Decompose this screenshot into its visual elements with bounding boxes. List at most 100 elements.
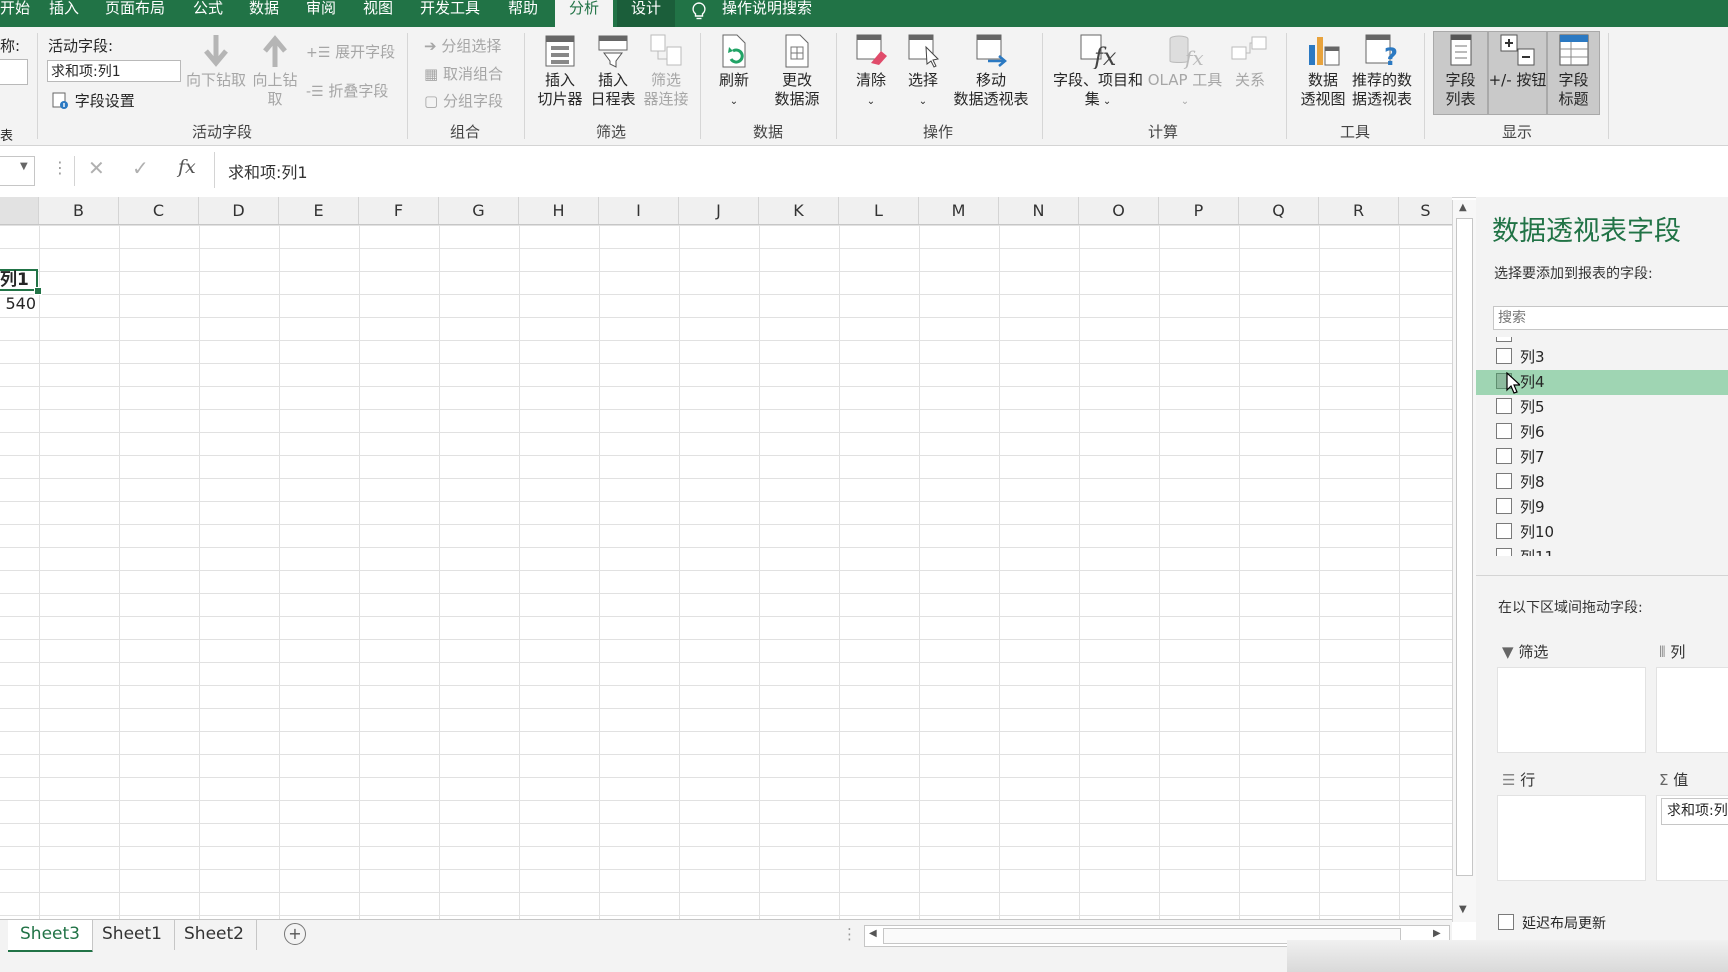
column-header[interactable]: R <box>1319 197 1399 224</box>
column-header-a[interactable] <box>0 197 39 224</box>
field-item[interactable]: 列11 <box>1496 545 1554 556</box>
defer-update-checkbox[interactable] <box>1498 914 1514 930</box>
checkbox[interactable] <box>1496 398 1512 414</box>
group-field-button[interactable]: ▢ 分组字段 <box>424 90 503 111</box>
rows-drop-area[interactable] <box>1497 795 1646 881</box>
recommended-pivot-button[interactable]: ? 推荐的数 据透视表 <box>1350 33 1414 109</box>
field-item[interactable]: 列10 <box>1496 520 1554 544</box>
scroll-right-icon[interactable]: ▶ <box>1433 928 1441 939</box>
tab-help[interactable]: 帮助 <box>508 0 538 27</box>
column-header[interactable]: C <box>119 197 199 224</box>
column-header[interactable]: F <box>359 197 439 224</box>
insert-slicer-button[interactable]: 插入 切片器 <box>534 33 586 109</box>
tab-analyze[interactable]: 分析 <box>555 0 614 27</box>
olap-tools-button[interactable]: fx OLAP 工具 ⌄ <box>1146 33 1224 111</box>
checkbox[interactable] <box>1496 523 1512 539</box>
sheet-tab-sheet3[interactable]: Sheet3 <box>8 920 93 953</box>
column-header[interactable]: J <box>679 197 759 224</box>
checkbox[interactable] <box>1496 548 1512 556</box>
column-header[interactable]: Q <box>1239 197 1319 224</box>
tab-data[interactable]: 数据 <box>249 0 279 27</box>
name-box[interactable]: ▼ <box>0 156 35 186</box>
change-data-source-button[interactable]: 更改 数据源 <box>762 33 832 109</box>
clear-button[interactable]: 清除 ⌄ <box>848 33 894 111</box>
insert-function-icon[interactable]: fx <box>178 156 196 178</box>
checkbox[interactable] <box>1496 498 1512 514</box>
checkbox[interactable] <box>1496 448 1512 464</box>
field-headers-button[interactable]: 字段 标题 <box>1547 33 1600 109</box>
field-item[interactable]: 列3 <box>1496 345 1545 369</box>
pivot-chart-button[interactable]: 数据 透视图 <box>1296 33 1350 109</box>
checkbox[interactable] <box>1496 473 1512 489</box>
group-selection-button[interactable]: ➔ 分组选择 <box>424 35 501 56</box>
worksheet-grid[interactable]: 列1 540 <box>0 225 1452 919</box>
expand-field-button[interactable]: +☰ 展开字段 <box>306 41 395 62</box>
pivot-value-cell[interactable]: 540 <box>0 293 36 315</box>
checkbox[interactable] <box>1496 423 1512 439</box>
field-item[interactable]: 列7 <box>1496 445 1545 469</box>
collapse-field-button[interactable]: -☰ 折叠字段 <box>306 80 388 101</box>
refresh-button[interactable]: 刷新 ⌄ <box>712 33 756 111</box>
column-header[interactable]: D <box>199 197 279 224</box>
tab-design[interactable]: 设计 <box>617 0 676 27</box>
values-drop-area[interactable]: 求和项:列 <box>1656 795 1728 881</box>
tab-view[interactable]: 视图 <box>363 0 393 27</box>
tab-review[interactable]: 审阅 <box>306 0 336 27</box>
column-header[interactable]: B <box>39 197 119 224</box>
column-header[interactable]: S <box>1399 197 1452 224</box>
scroll-left-icon[interactable]: ◀ <box>869 928 877 939</box>
drill-up-button[interactable]: 向上钻 取 <box>250 33 300 109</box>
column-header[interactable]: E <box>279 197 359 224</box>
scroll-thumb[interactable] <box>1456 218 1473 876</box>
ungroup-button[interactable]: ▦ 取消组合 <box>424 63 503 84</box>
add-sheet-icon[interactable]: + <box>284 923 306 945</box>
insert-timeline-button[interactable]: 插入 日程表 <box>587 33 639 109</box>
fields-items-sets-button[interactable]: fx 字段、项目和 集 ⌄ <box>1052 33 1144 111</box>
scroll-up-icon[interactable]: ▲ <box>1459 202 1467 213</box>
pivot-name-input[interactable] <box>0 59 28 85</box>
column-header[interactable]: L <box>839 197 919 224</box>
field-item[interactable]: 列6 <box>1496 420 1545 444</box>
column-header[interactable]: M <box>919 197 999 224</box>
relationships-button[interactable]: 关系 <box>1226 33 1274 90</box>
field-item[interactable]: 列4 <box>1496 370 1545 394</box>
tab-page-layout[interactable]: 页面布局 <box>105 0 165 27</box>
column-header[interactable]: O <box>1079 197 1159 224</box>
field-item[interactable]: 列8 <box>1496 470 1545 494</box>
plus-minus-buttons-button[interactable]: +/- 按钮 <box>1488 33 1547 90</box>
column-header[interactable]: I <box>599 197 679 224</box>
tab-insert[interactable]: 插入 <box>49 0 79 27</box>
tab-developer[interactable]: 开发工具 <box>420 0 480 27</box>
formula-input[interactable]: 求和项:列1 <box>228 159 308 183</box>
field-search-input[interactable] <box>1493 306 1728 330</box>
columns-drop-area[interactable] <box>1656 667 1728 753</box>
checkbox[interactable] <box>1496 348 1512 364</box>
move-pivot-table-button[interactable]: 移动 数据透视表 <box>950 33 1032 109</box>
field-item[interactable]: 列5 <box>1496 395 1545 419</box>
column-header[interactable]: H <box>519 197 599 224</box>
defer-update-option[interactable]: 延迟布局更新 <box>1498 913 1606 933</box>
active-field-input[interactable]: 求和项:列1 <box>47 60 181 82</box>
filter-connections-button[interactable]: 筛选 器连接 <box>640 33 692 109</box>
column-header[interactable]: G <box>439 197 519 224</box>
sheet-tab-sheet2[interactable]: Sheet2 <box>172 920 257 950</box>
filter-drop-area[interactable] <box>1497 667 1646 753</box>
cancel-icon[interactable]: ✕ <box>88 156 105 180</box>
tab-formulas[interactable]: 公式 <box>193 0 223 27</box>
tell-me-search[interactable]: 操作说明搜索 <box>722 0 812 27</box>
column-header[interactable]: P <box>1159 197 1239 224</box>
select-button[interactable]: 选择 ⌄ <box>900 33 946 111</box>
values-field-chip[interactable]: 求和项:列 <box>1661 798 1728 825</box>
vertical-scrollbar[interactable]: ▲ ▼ <box>1452 200 1476 922</box>
column-header[interactable]: K <box>759 197 839 224</box>
field-item[interactable]: 列9 <box>1496 495 1545 519</box>
drill-down-button[interactable]: 向下钻取 <box>184 33 248 90</box>
column-header[interactable]: N <box>999 197 1079 224</box>
field-list-button[interactable]: 字段 列表 <box>1433 33 1488 109</box>
field-settings-button[interactable]: 字段设置 <box>52 90 135 111</box>
tab-splitter-icon[interactable]: ⋮ <box>842 925 857 943</box>
tab-home[interactable]: 开始 <box>0 0 30 27</box>
scroll-down-icon[interactable]: ▼ <box>1459 904 1467 915</box>
sheet-tab-sheet1[interactable]: Sheet1 <box>90 920 175 950</box>
enter-icon[interactable]: ✓ <box>132 156 149 180</box>
